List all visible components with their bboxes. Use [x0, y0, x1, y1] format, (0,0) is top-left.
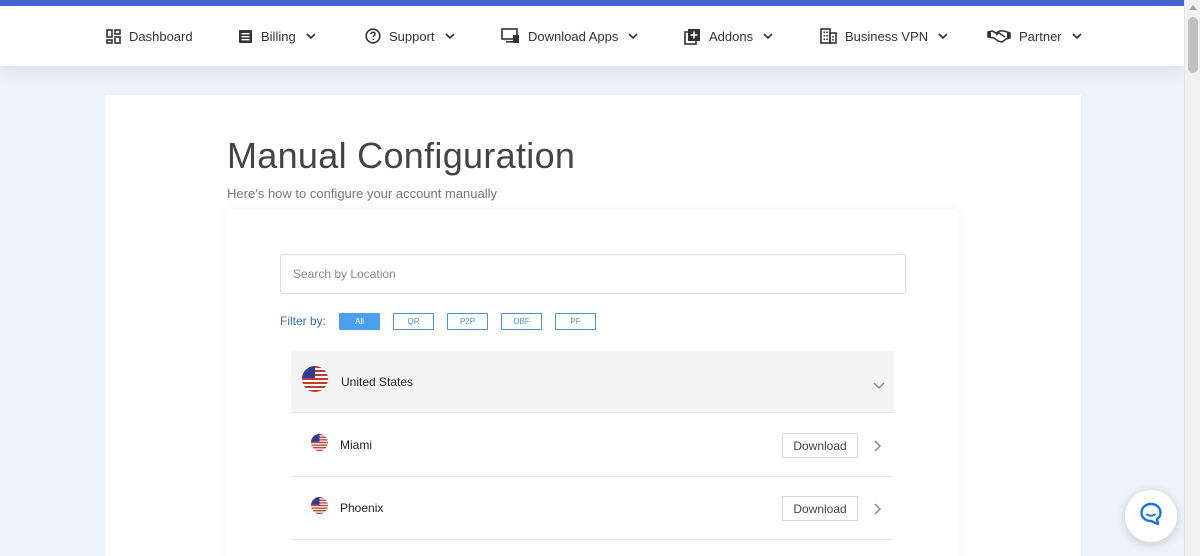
- top-navbar: Dashboard Billing Support Download Apps …: [0, 6, 1184, 66]
- filter-chip-pf[interactable]: PF: [555, 312, 597, 330]
- nav-business-vpn-label: Business VPN: [845, 28, 929, 44]
- plus-box-icon: [684, 28, 701, 45]
- nav-partner[interactable]: Partner: [987, 6, 1082, 66]
- handshake-icon: [987, 29, 1011, 43]
- us-flag-icon: [311, 497, 328, 519]
- chevron-down-icon: [444, 32, 455, 40]
- chevron-down-icon: [938, 32, 948, 40]
- filter-bar: Filter by: All QR P2P OBF PF: [280, 312, 609, 330]
- nav-billing[interactable]: Billing: [238, 6, 316, 66]
- download-button[interactable]: Download: [782, 496, 858, 521]
- filter-chip-all[interactable]: All: [339, 312, 381, 330]
- nav-support-label: Support: [389, 28, 435, 44]
- filter-chip-p2p[interactable]: P2P: [447, 312, 489, 330]
- configuration-panel: Filter by: All QR P2P OBF PF: [227, 210, 959, 556]
- download-button[interactable]: Download: [782, 433, 858, 458]
- chevron-down-icon: [763, 32, 773, 40]
- nav-partner-label: Partner: [1019, 28, 1062, 44]
- country-name: United States: [341, 374, 414, 389]
- monitor-download-icon: [501, 28, 520, 44]
- main-card: Manual Configuration Here’s how to confi…: [105, 95, 1081, 556]
- city-row-miami: Miami Download: [291, 414, 894, 477]
- nav-support[interactable]: Support: [365, 6, 455, 66]
- page-title: Manual Configuration: [227, 135, 576, 176]
- dashboard-grid-icon: [106, 28, 121, 44]
- nav-billing-label: Billing: [261, 28, 296, 44]
- country-row-united-states[interactable]: United States: [291, 351, 894, 413]
- vertical-scrollbar[interactable]: [1184, 0, 1200, 556]
- filter-chip-qr[interactable]: QR: [393, 312, 435, 330]
- search-input[interactable]: [280, 254, 906, 294]
- city-name: Miami: [340, 438, 372, 452]
- chevron-down-icon[interactable]: [873, 377, 885, 395]
- us-flag-icon: [311, 434, 328, 456]
- nav-business-vpn[interactable]: Business VPN: [820, 6, 948, 66]
- building-icon: [820, 28, 837, 44]
- nav-dashboard-label: Dashboard: [129, 28, 193, 44]
- us-flag-icon: [302, 366, 328, 397]
- chevron-down-icon: [1072, 32, 1082, 40]
- nav-dashboard[interactable]: Dashboard: [106, 6, 193, 66]
- chat-bubble-icon: [1138, 501, 1164, 532]
- chevron-down-icon: [628, 32, 638, 40]
- filter-chip-obf[interactable]: OBF: [501, 312, 543, 330]
- filter-label: Filter by:: [280, 314, 327, 328]
- chevron-right-icon[interactable]: [874, 502, 882, 520]
- nav-download-apps-label: Download Apps: [528, 28, 619, 44]
- nav-addons[interactable]: Addons: [684, 6, 773, 66]
- nav-addons-label: Addons: [709, 28, 754, 44]
- nav-download-apps[interactable]: Download Apps: [501, 6, 638, 66]
- billing-list-icon: [238, 29, 253, 44]
- city-name: Phoenix: [340, 501, 384, 515]
- chevron-down-icon: [306, 32, 316, 40]
- chat-launcher-button[interactable]: [1125, 490, 1177, 542]
- question-circle-icon: [365, 28, 381, 44]
- scrollbar-thumb[interactable]: [1188, 17, 1198, 73]
- scroll-up-arrow-icon[interactable]: [1189, 5, 1197, 10]
- chevron-right-icon[interactable]: [874, 439, 882, 457]
- page-subtitle: Here’s how to configure your account man…: [227, 186, 498, 201]
- city-row-phoenix: Phoenix Download: [291, 477, 894, 540]
